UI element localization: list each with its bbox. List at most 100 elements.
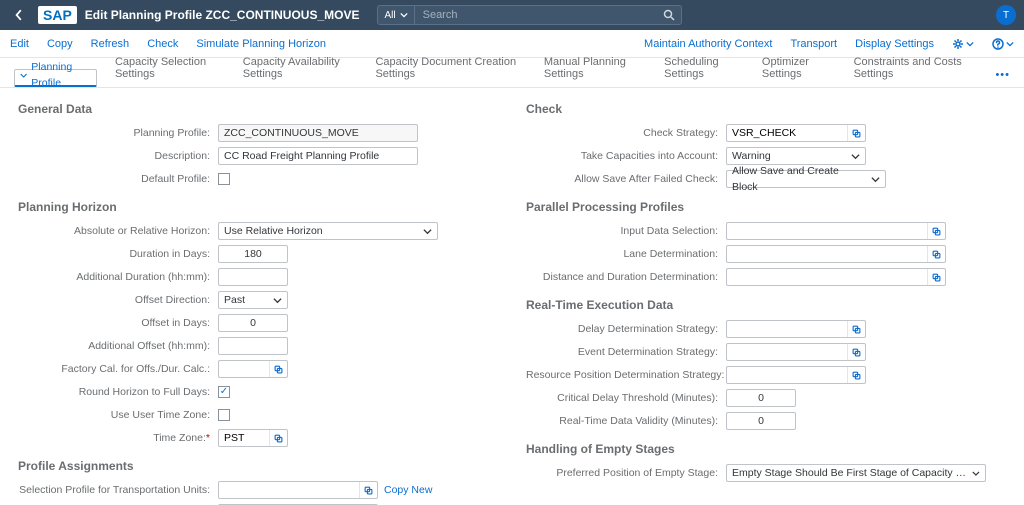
duration-days-label: Duration in Days:	[18, 248, 218, 260]
allow-save-select[interactable]: Allow Save and Create Block	[726, 170, 886, 188]
time-zone-label: Time Zone:*	[18, 432, 218, 444]
chevron-down-icon	[20, 71, 27, 80]
value-help-icon[interactable]	[847, 367, 865, 383]
default-profile-checkbox[interactable]	[218, 173, 230, 185]
check-strategy-input[interactable]	[727, 125, 847, 141]
tab-capacity-selection[interactable]: Capacity Selection Settings	[115, 50, 225, 87]
pref-pos-select[interactable]: Empty Stage Should Be First Stage of Cap…	[726, 464, 986, 482]
add-duration-field[interactable]	[218, 268, 288, 286]
check-strategy-field[interactable]	[726, 124, 866, 142]
offset-days-field[interactable]: 0	[218, 314, 288, 332]
factory-cal-label: Factory Cal. for Offs./Dur. Calc.:	[18, 363, 218, 375]
duration-days-field[interactable]: 180	[218, 245, 288, 263]
tab-optimizer[interactable]: Optimizer Settings	[762, 50, 836, 87]
profile-assign-field[interactable]	[218, 481, 378, 499]
select-value: Use Relative Horizon	[224, 223, 323, 239]
sap-logo: SAP	[38, 6, 77, 24]
value-help-icon[interactable]	[927, 269, 945, 285]
transport-action[interactable]: Transport	[790, 38, 837, 50]
abs-rel-horizon-label: Absolute or Relative Horizon:	[18, 225, 218, 237]
check-action[interactable]: Check	[147, 38, 178, 50]
description-field[interactable]: CC Road Freight Planning Profile	[218, 147, 418, 165]
event-det-label: Event Determination Strategy:	[526, 346, 726, 358]
time-zone-field[interactable]	[218, 429, 288, 447]
section-profile-assignments: Profile Assignments	[18, 459, 498, 473]
chevron-down-icon	[871, 175, 880, 184]
delay-det-field[interactable]	[726, 320, 866, 338]
section-empty-stages: Handling of Empty Stages	[526, 442, 1006, 456]
lane-det-field[interactable]	[726, 245, 946, 263]
offset-direction-select[interactable]: Past	[218, 291, 288, 309]
time-zone-input[interactable]	[219, 430, 269, 446]
chevron-down-icon	[400, 11, 408, 19]
display-settings-action[interactable]: Display Settings	[855, 38, 934, 50]
simulate-action[interactable]: Simulate Planning Horizon	[196, 38, 326, 50]
res-pos-label: Resource Position Determination Strategy…	[526, 369, 726, 381]
input-data-sel-field[interactable]	[726, 222, 946, 240]
section-planning-horizon: Planning Horizon	[18, 200, 498, 214]
round-full-days-label: Round Horizon to Full Days:	[18, 386, 218, 398]
select-value: Warning	[732, 148, 771, 164]
event-det-field[interactable]	[726, 343, 866, 361]
edit-action[interactable]: Edit	[10, 38, 29, 50]
dist-dur-field[interactable]	[726, 268, 946, 286]
tab-overflow-button[interactable]: •••	[995, 69, 1010, 87]
select-value: Empty Stage Should Be First Stage of Cap…	[732, 465, 968, 481]
validity-field[interactable]: 0	[726, 412, 796, 430]
copy-new-link[interactable]: Copy New	[384, 484, 432, 496]
section-realtime: Real-Time Execution Data	[526, 298, 1006, 312]
tab-planning-profile[interactable]: Planning Profile	[14, 69, 97, 87]
page-title: Edit Planning Profile ZCC_CONTINUOUS_MOV…	[85, 8, 360, 22]
value-help-icon[interactable]	[269, 361, 287, 377]
tab-label: Planning Profile	[31, 59, 91, 91]
input-data-sel-label: Input Data Selection:	[526, 225, 726, 237]
default-profile-label: Default Profile:	[18, 173, 218, 185]
settings-button[interactable]	[952, 38, 974, 50]
copy-action[interactable]: Copy	[47, 38, 73, 50]
tab-scheduling[interactable]: Scheduling Settings	[664, 50, 744, 87]
global-search-input[interactable]: Search	[415, 5, 682, 25]
check-strategy-label: Check Strategy:	[526, 127, 726, 139]
maintain-authority-action[interactable]: Maintain Authority Context	[644, 38, 772, 50]
offset-days-label: Offset in Days:	[18, 317, 218, 329]
planning-profile-label: Planning Profile:	[18, 127, 218, 139]
tab-strip: Planning Profile Capacity Selection Sett…	[0, 58, 1024, 88]
value-help-icon[interactable]	[927, 223, 945, 239]
value-help-icon[interactable]	[359, 482, 377, 498]
section-general-data: General Data	[18, 102, 498, 116]
value-help-icon[interactable]	[847, 344, 865, 360]
select-value: Past	[224, 292, 245, 308]
pref-pos-label: Preferred Position of Empty Stage:	[526, 467, 726, 479]
value-help-icon[interactable]	[269, 430, 287, 446]
tab-capacity-doc-creation[interactable]: Capacity Document Creation Settings	[375, 50, 525, 87]
user-avatar[interactable]: T	[996, 5, 1016, 25]
tab-capacity-availability[interactable]: Capacity Availability Settings	[243, 50, 358, 87]
value-help-icon[interactable]	[847, 321, 865, 337]
round-full-days-checkbox[interactable]	[218, 386, 230, 398]
search-placeholder: Search	[423, 9, 458, 21]
delay-det-label: Delay Determination Strategy:	[526, 323, 726, 335]
allow-save-label: Allow Save After Failed Check:	[526, 173, 726, 185]
value-help-icon[interactable]	[927, 246, 945, 262]
section-check: Check	[526, 102, 1006, 116]
factory-cal-input[interactable]	[219, 361, 269, 377]
planning-profile-field[interactable]: ZCC_CONTINUOUS_MOVE	[218, 124, 418, 142]
section-parallel: Parallel Processing Profiles	[526, 200, 1006, 214]
help-button[interactable]	[992, 38, 1014, 50]
res-pos-field[interactable]	[726, 366, 866, 384]
add-offset-field[interactable]	[218, 337, 288, 355]
tab-manual-planning[interactable]: Manual Planning Settings	[544, 50, 646, 87]
chevron-down-icon	[423, 227, 432, 236]
tab-constraints-costs[interactable]: Constraints and Costs Settings	[854, 50, 978, 87]
user-tz-label: Use User Time Zone:	[18, 409, 218, 421]
factory-cal-field[interactable]	[218, 360, 288, 378]
lane-det-label: Lane Determination:	[526, 248, 726, 260]
add-duration-label: Additional Duration (hh:mm):	[18, 271, 218, 283]
back-button[interactable]	[8, 4, 30, 26]
crit-delay-field[interactable]: 0	[726, 389, 796, 407]
refresh-action[interactable]: Refresh	[91, 38, 130, 50]
user-tz-checkbox[interactable]	[218, 409, 230, 421]
abs-rel-horizon-select[interactable]: Use Relative Horizon	[218, 222, 438, 240]
search-scope-dropdown[interactable]: All	[377, 5, 414, 25]
value-help-icon[interactable]	[847, 125, 865, 141]
